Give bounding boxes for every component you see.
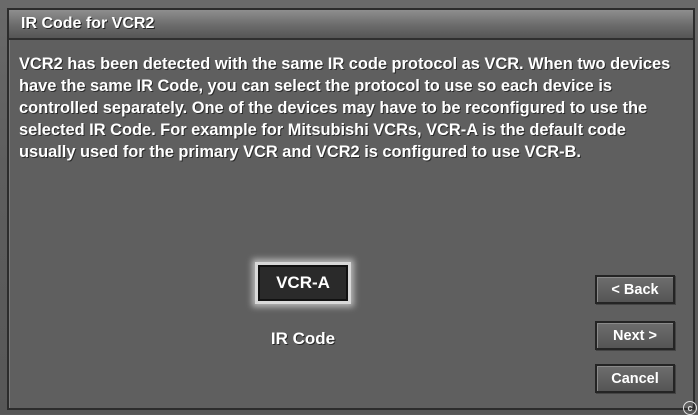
dialog-message: VCR2 has been detected with the same IR … bbox=[19, 55, 671, 161]
dialog-window: IR Code for VCR2 VCR2 has been detected … bbox=[7, 8, 697, 415]
next-button[interactable]: Next > bbox=[595, 321, 675, 350]
back-button[interactable]: < Back bbox=[595, 275, 675, 304]
title-bar: IR Code for VCR2 bbox=[9, 10, 693, 40]
ir-code-selector-button[interactable]: VCR-A bbox=[255, 262, 351, 304]
dialog-title: IR Code for VCR2 bbox=[21, 15, 155, 32]
ir-code-label: IR Code bbox=[270, 329, 336, 348]
screen: IR Code for VCR2 VCR2 has been detected … bbox=[0, 0, 698, 415]
copyright-icon: c bbox=[683, 401, 697, 415]
cancel-button[interactable]: Cancel bbox=[595, 364, 675, 393]
